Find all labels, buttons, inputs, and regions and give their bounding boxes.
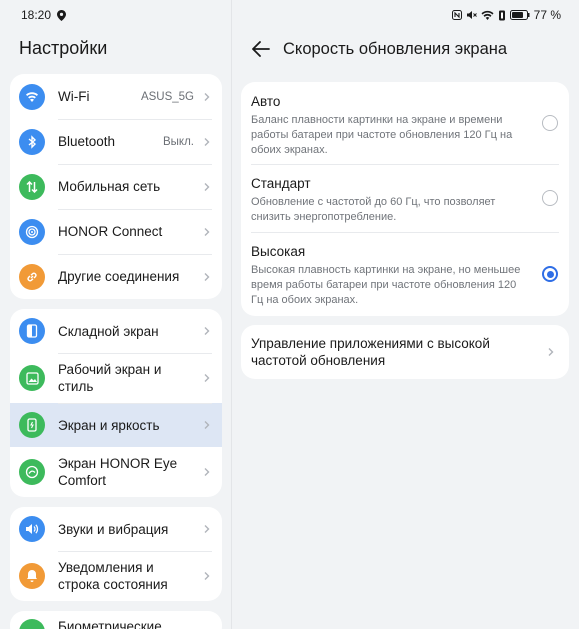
location-icon <box>57 9 67 21</box>
option-description: Баланс плавности картинки на экране и вр… <box>251 114 513 156</box>
app-refresh-management[interactable]: Управление приложениями с высокой частот… <box>241 325 569 379</box>
sidebar-item-honor-connect[interactable]: HONOR Connect <box>10 209 222 254</box>
wifi-icon <box>481 10 494 20</box>
display-icon <box>19 412 45 438</box>
chevron-right-icon <box>204 572 210 580</box>
sidebar-item-label: Складной экран <box>58 323 159 339</box>
sidebar-title: Настройки <box>19 38 108 58</box>
sidebar-item-mobile-network[interactable]: Мобильная сеть <box>10 164 222 209</box>
sidebar-item-other-connections[interactable]: Другие соединения <box>10 254 222 299</box>
chevron-right-icon <box>204 374 210 382</box>
status-bar-left: 18:20 <box>21 8 67 22</box>
chevron-right-icon <box>204 525 210 533</box>
option-description: Высокая плавность картинки на экране, но… <box>251 264 521 306</box>
sidebar-item-label: HONOR Connect <box>58 224 163 239</box>
wifi-icon <box>19 83 45 110</box>
sidebar-item-label: Биометрические <box>58 619 162 629</box>
sidebar-item-home-screen-style[interactable]: Рабочий экран и стиль <box>10 353 222 403</box>
chevron-right-icon <box>204 92 210 101</box>
mute-icon <box>466 11 477 19</box>
chevron-right-icon <box>204 468 210 476</box>
chevron-right-icon <box>204 272 210 281</box>
refresh-rate-options: Авто Баланс плавности картинки на экране… <box>241 82 569 316</box>
status-time: 18:20 <box>21 8 52 22</box>
page-title: Скорость обновления экрана <box>283 40 508 58</box>
sidebar-item-notifications[interactable]: Уведомления и строка состояния <box>10 551 222 601</box>
option-title: Стандарт <box>251 176 311 191</box>
sidebar-item-display-brightness[interactable]: Экран и яркость <box>10 403 222 447</box>
chevron-right-icon <box>204 327 210 335</box>
sidebar-item-value: ASUS_5G <box>140 90 194 103</box>
refresh-rate-page: 77 % Скорость обновления экрана Авто Бал… <box>232 0 579 629</box>
vibrate-icon <box>498 10 505 20</box>
wallpaper-icon <box>19 365 45 391</box>
bluetooth-icon <box>19 128 45 155</box>
chevron-right-icon <box>204 421 210 429</box>
app-refresh-management-label: Управление приложениями с высокой частот… <box>251 336 490 368</box>
sidebar-item-eye-comfort[interactable]: Экран HONOR Eye Comfort <box>10 447 222 497</box>
sidebar-group-security: Биометрические <box>10 611 222 629</box>
chevron-right-icon <box>204 182 210 191</box>
sidebar-item-label: Экран и яркость <box>58 417 160 433</box>
honor-connect-icon <box>19 218 45 245</box>
option-high[interactable]: Высокая Высокая плавность картинки на эк… <box>241 232 569 316</box>
sidebar-group-connectivity: Wi-Fi ASUS_5G Bluetooth Выкл. Мобильная … <box>10 74 222 299</box>
sidebar-group-sound-notifications: Звуки и вибрация Уведомления и строка со… <box>10 507 222 601</box>
option-standard[interactable]: Стандарт Обновление с частотой до 60 Гц,… <box>241 164 569 232</box>
option-auto[interactable]: Авто Баланс плавности картинки на экране… <box>241 82 569 164</box>
option-title: Высокая <box>251 244 306 259</box>
option-description: Обновление с частотой до 60 Гц, что позв… <box>251 196 496 223</box>
biometrics-icon <box>19 619 45 629</box>
fold-screen-icon <box>19 318 45 344</box>
sidebar-item-wifi[interactable]: Wi-Fi ASUS_5G <box>10 74 222 119</box>
chevron-right-icon <box>204 137 210 146</box>
sidebar-item-label: Wi-Fi <box>58 89 90 104</box>
option-title: Авто <box>251 94 281 109</box>
chevron-right-icon <box>548 348 554 356</box>
back-arrow-icon[interactable] <box>250 38 272 60</box>
mobile-data-icon <box>19 173 45 200</box>
radio-button-standard[interactable] <box>542 190 558 206</box>
sound-icon <box>19 516 45 542</box>
sidebar-item-label: Мобильная сеть <box>58 179 161 194</box>
sidebar-group-display: Складной экран Рабочий экран и стиль Экр… <box>10 309 222 497</box>
eye-comfort-icon <box>19 459 45 485</box>
sidebar-item-value: Выкл. <box>162 135 194 148</box>
sidebar-item-label: Экран HONOR Eye Comfort <box>58 456 178 488</box>
sidebar-item-label: Рабочий экран и стиль <box>58 362 162 394</box>
radio-button-high[interactable] <box>542 266 558 282</box>
link-icon <box>19 263 45 290</box>
battery-level: 77 % <box>533 8 561 22</box>
sidebar-item-fold-screen[interactable]: Складной экран <box>10 309 222 353</box>
sidebar-item-sound[interactable]: Звуки и вибрация <box>10 507 222 551</box>
sidebar-item-label: Другие соединения <box>58 269 180 284</box>
settings-sidebar: 18:20 Настройки Wi-Fi ASUS_5G Bluetooth … <box>0 0 231 629</box>
sidebar-item-bluetooth[interactable]: Bluetooth Выкл. <box>10 119 222 164</box>
sidebar-item-label: Bluetooth <box>58 134 116 149</box>
notification-icon <box>19 563 45 589</box>
sidebar-item-label: Звуки и вибрация <box>58 521 169 537</box>
sidebar-item-label: Уведомления и строка состояния <box>58 560 168 592</box>
chevron-right-icon <box>204 227 210 236</box>
radio-button-auto[interactable] <box>542 115 558 131</box>
status-bar-right: 77 % <box>451 8 561 22</box>
sidebar-item-biometrics[interactable]: Биометрические <box>10 611 222 629</box>
nfc-icon <box>451 10 462 20</box>
battery-icon <box>509 10 530 20</box>
